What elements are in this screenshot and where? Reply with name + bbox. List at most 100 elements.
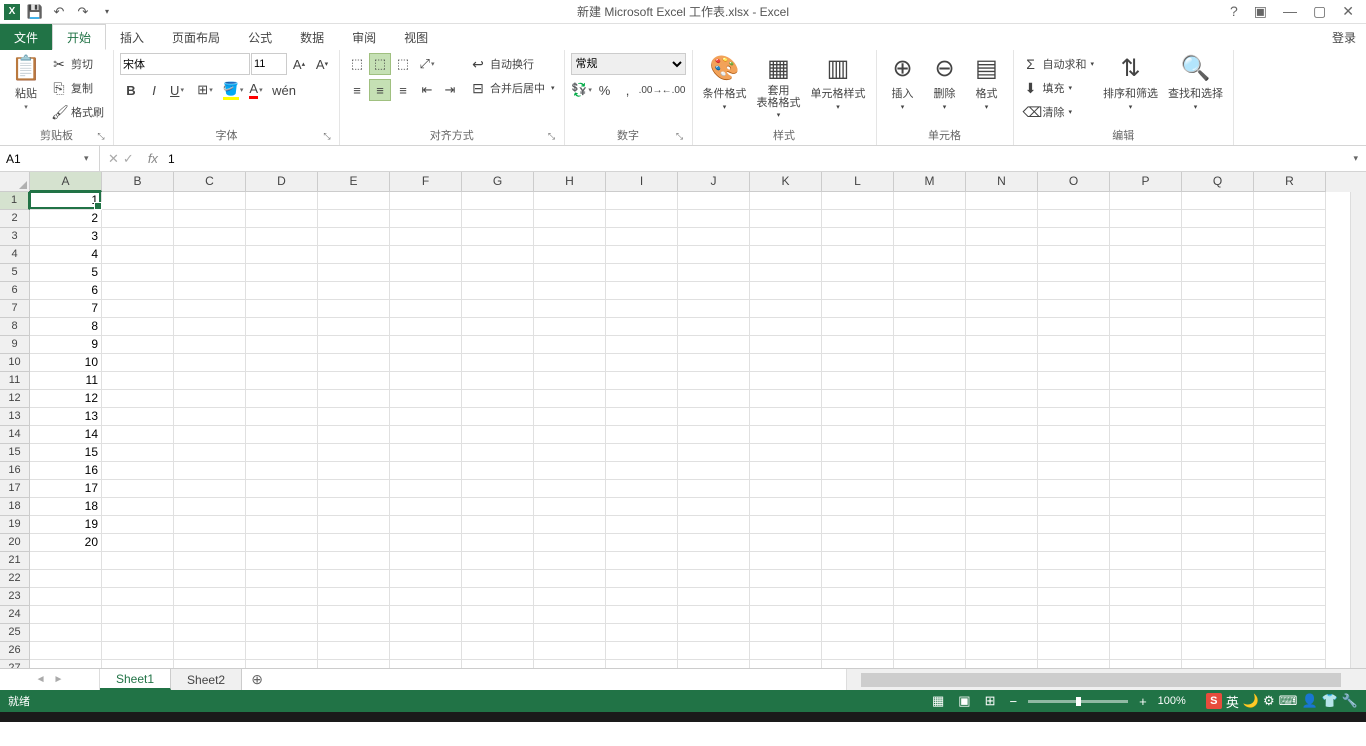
cell-J27[interactable] (678, 660, 750, 668)
cell-J12[interactable] (678, 390, 750, 408)
cell-J15[interactable] (678, 444, 750, 462)
font-launcher[interactable]: ⤡ (321, 131, 333, 143)
cell-H24[interactable] (534, 606, 606, 624)
cell-F25[interactable] (390, 624, 462, 642)
cell-L8[interactable] (822, 318, 894, 336)
tab-home[interactable]: 开始 (52, 24, 106, 50)
cell-F14[interactable] (390, 426, 462, 444)
cell-F12[interactable] (390, 390, 462, 408)
cell-J26[interactable] (678, 642, 750, 660)
cell-J11[interactable] (678, 372, 750, 390)
cell-D1[interactable] (246, 192, 318, 210)
autosum-button[interactable]: Σ自动求和▾ (1020, 53, 1098, 75)
cell-I23[interactable] (606, 588, 678, 606)
cell-M20[interactable] (894, 534, 966, 552)
conditional-format-button[interactable]: 🎨条件格式▾ (699, 53, 751, 113)
cell-B15[interactable] (102, 444, 174, 462)
decrease-decimal-button[interactable]: ←.00 (663, 79, 685, 101)
phonetic-button[interactable]: wén (273, 79, 295, 101)
cell-F3[interactable] (390, 228, 462, 246)
cell-A27[interactable] (30, 660, 102, 668)
cell-P14[interactable] (1110, 426, 1182, 444)
undo-button[interactable]: ↶ (50, 3, 68, 21)
cell-N17[interactable] (966, 480, 1038, 498)
cell-M17[interactable] (894, 480, 966, 498)
cell-H5[interactable] (534, 264, 606, 282)
cell-P11[interactable] (1110, 372, 1182, 390)
cell-Q9[interactable] (1182, 336, 1254, 354)
cell-R27[interactable] (1254, 660, 1326, 668)
cell-O17[interactable] (1038, 480, 1110, 498)
cell-M16[interactable] (894, 462, 966, 480)
cell-M27[interactable] (894, 660, 966, 668)
cell-L1[interactable] (822, 192, 894, 210)
cell-B9[interactable] (102, 336, 174, 354)
cell-L23[interactable] (822, 588, 894, 606)
expand-formula-bar[interactable]: ▾ (1345, 153, 1366, 164)
cell-N22[interactable] (966, 570, 1038, 588)
find-select-button[interactable]: 🔍查找和选择▾ (1164, 53, 1227, 113)
cell-I16[interactable] (606, 462, 678, 480)
tab-layout[interactable]: 页面布局 (158, 24, 234, 50)
fx-icon[interactable]: fx (142, 151, 164, 166)
copy-button[interactable]: ⎘复制 (48, 77, 107, 99)
cell-Q24[interactable] (1182, 606, 1254, 624)
cell-K7[interactable] (750, 300, 822, 318)
increase-font-button[interactable]: A▴ (288, 53, 310, 75)
cell-C8[interactable] (174, 318, 246, 336)
cell-D23[interactable] (246, 588, 318, 606)
cell-J7[interactable] (678, 300, 750, 318)
cell-O19[interactable] (1038, 516, 1110, 534)
cell-G19[interactable] (462, 516, 534, 534)
cell-G14[interactable] (462, 426, 534, 444)
cell-A19[interactable]: 19 (30, 516, 102, 534)
cell-K9[interactable] (750, 336, 822, 354)
cell-E23[interactable] (318, 588, 390, 606)
cell-I22[interactable] (606, 570, 678, 588)
cell-C7[interactable] (174, 300, 246, 318)
cell-K24[interactable] (750, 606, 822, 624)
ime-tool-icon[interactable]: 🔧 (1342, 693, 1358, 709)
cell-N19[interactable] (966, 516, 1038, 534)
orientation-button[interactable]: ⤢▾ (416, 53, 438, 75)
cell-A14[interactable]: 14 (30, 426, 102, 444)
cell-H18[interactable] (534, 498, 606, 516)
cell-G12[interactable] (462, 390, 534, 408)
cell-B21[interactable] (102, 552, 174, 570)
cell-M9[interactable] (894, 336, 966, 354)
cell-E1[interactable] (318, 192, 390, 210)
cell-K20[interactable] (750, 534, 822, 552)
cell-I24[interactable] (606, 606, 678, 624)
cell-H26[interactable] (534, 642, 606, 660)
cell-K23[interactable] (750, 588, 822, 606)
row-header-26[interactable]: 26 (0, 642, 30, 660)
row-header-21[interactable]: 21 (0, 552, 30, 570)
cell-O20[interactable] (1038, 534, 1110, 552)
underline-button[interactable]: U▾ (166, 79, 188, 101)
cell-M11[interactable] (894, 372, 966, 390)
cell-J13[interactable] (678, 408, 750, 426)
cell-P8[interactable] (1110, 318, 1182, 336)
cell-M5[interactable] (894, 264, 966, 282)
row-header-20[interactable]: 20 (0, 534, 30, 552)
cell-B27[interactable] (102, 660, 174, 668)
cell-J1[interactable] (678, 192, 750, 210)
sogou-icon[interactable]: S (1206, 693, 1222, 709)
decrease-font-button[interactable]: A▾ (311, 53, 333, 75)
format-cells-button[interactable]: ▤格式▾ (967, 53, 1007, 113)
cell-K26[interactable] (750, 642, 822, 660)
column-header-R[interactable]: R (1254, 172, 1326, 192)
cell-R13[interactable] (1254, 408, 1326, 426)
cell-M21[interactable] (894, 552, 966, 570)
cell-C26[interactable] (174, 642, 246, 660)
cell-C20[interactable] (174, 534, 246, 552)
cell-P12[interactable] (1110, 390, 1182, 408)
cell-D24[interactable] (246, 606, 318, 624)
column-header-A[interactable]: A (30, 172, 102, 192)
cell-L4[interactable] (822, 246, 894, 264)
cell-D10[interactable] (246, 354, 318, 372)
cell-C19[interactable] (174, 516, 246, 534)
cell-A21[interactable] (30, 552, 102, 570)
cell-O18[interactable] (1038, 498, 1110, 516)
cell-B2[interactable] (102, 210, 174, 228)
